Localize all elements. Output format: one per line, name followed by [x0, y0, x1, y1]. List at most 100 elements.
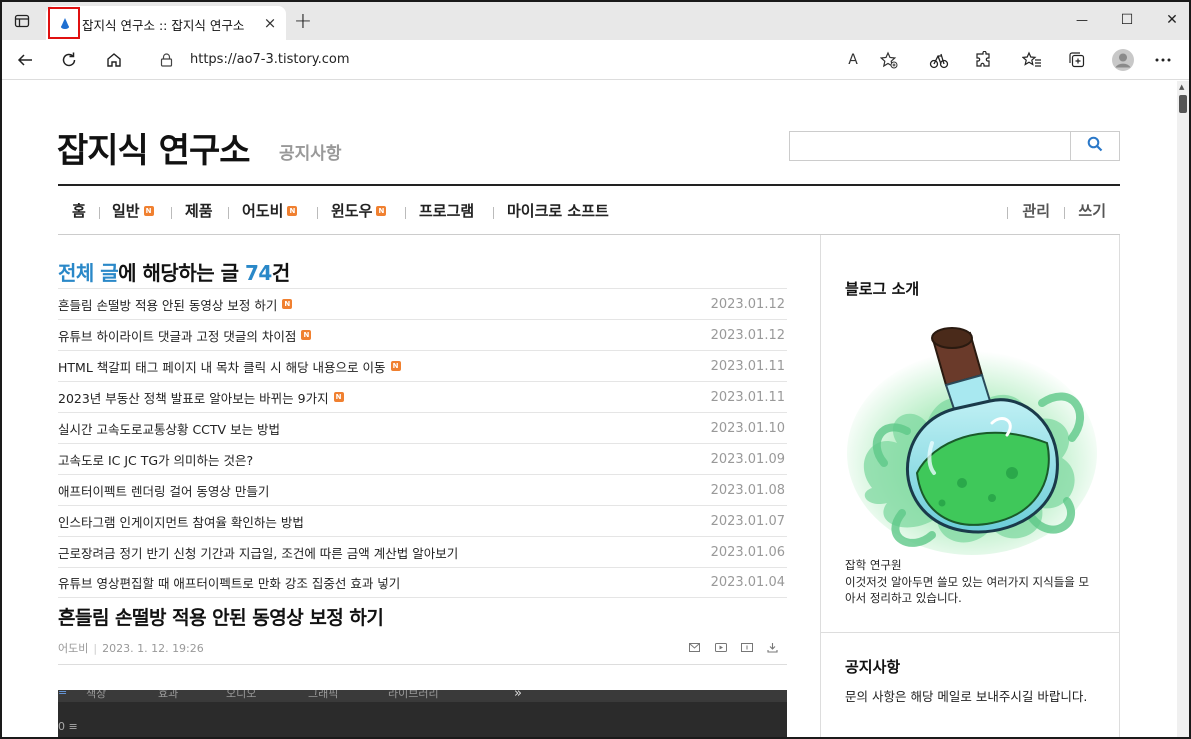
nav-item-windows[interactable]: 윈도우 N	[331, 200, 387, 221]
post-row[interactable]: 고속도로 IC JC TG가 의미하는 것은? 2023.01.09	[58, 443, 787, 474]
tab-strip: 잡지식 연구소 :: 잡지식 연구소 × + — ☐ ✕	[2, 2, 1189, 40]
address-bar[interactable]: https://ao7-3.tistory.com A	[142, 44, 912, 76]
share-icon[interactable]	[714, 641, 727, 653]
post-title[interactable]: 실시간 고속도로교통상황 CCTV 보는 방법	[58, 419, 280, 438]
tab-active[interactable]: 잡지식 연구소 :: 잡지식 연구소 ×	[46, 6, 286, 40]
home-icon[interactable]	[103, 49, 125, 71]
settings-more-icon[interactable]	[1152, 49, 1174, 71]
scroll-thumb[interactable]	[1179, 95, 1187, 113]
lock-icon[interactable]	[158, 52, 174, 68]
post-title[interactable]: 유튜브 하이라이트 댓글과 고정 댓글의 차이점 N	[58, 326, 312, 345]
post-date: 2023.01.12	[710, 327, 785, 343]
post-row[interactable]: HTML 책갈피 태그 페이지 내 목차 클릭 시 해당 내용으로 이동 N 202…	[58, 350, 787, 381]
heading-suffix: 건	[271, 261, 290, 285]
post-row[interactable]: 실시간 고속도로교통상황 CCTV 보는 방법 2023.01.10	[58, 412, 787, 443]
new-badge: N	[287, 205, 298, 216]
download-icon[interactable]	[766, 641, 779, 653]
image-menu-item: 오디오	[226, 690, 257, 700]
post-row[interactable]: 근로장려금 정기 반기 신청 기간과 지급일, 조건에 따른 금액 계산법 알아…	[58, 536, 787, 567]
favorite-add-icon[interactable]	[878, 50, 900, 70]
post-title-text: 유튜브 하이라이트 댓글과 고정 댓글의 차이점	[58, 328, 297, 344]
write-link[interactable]: 쓰기	[1078, 200, 1106, 221]
image-row-text: 0 ≡	[58, 720, 78, 733]
blog-title[interactable]: 잡지식 연구소	[57, 123, 251, 172]
post-title-text: 흔들림 손떨방 적용 안된 동영상 보정 하기	[58, 297, 278, 313]
nav-item-label: 마이크로 소프트	[507, 202, 609, 220]
new-tab-icon[interactable]: +	[290, 8, 316, 34]
nav-item-products[interactable]: 제품	[185, 200, 213, 221]
search-icon	[1087, 136, 1103, 156]
sidebar-description: 이것저것 알아두면 쓸모 있는 여러가지 지식들을 모아서 정리하고 있습니다.	[845, 575, 1090, 605]
nav-item-label: 프로그램	[419, 202, 475, 220]
post-title[interactable]: 흔들림 손떨방 적용 안된 동영상 보정 하기 N	[58, 295, 293, 314]
nav-item-label: 어도비	[242, 202, 284, 220]
article-image: ≡ 책장 효과 오디오 그래픽 라이브러리 » 0 ≡	[58, 690, 787, 737]
info-icon[interactable]	[740, 641, 753, 653]
nav-separator	[405, 207, 406, 219]
post-title-text: HTML 책갈피 태그 페이지 내 목차 클릭 시 해당 내용으로 이동	[58, 359, 386, 375]
post-title-text: 2023년 부동산 정책 발표로 알아보는 바뀌는 9가지	[58, 390, 329, 406]
nav-item-label: 윈도우	[331, 202, 373, 220]
url-text[interactable]: https://ao7-3.tistory.com	[190, 52, 350, 67]
nav-item-microsoft[interactable]: 마이크로 소프트	[507, 200, 609, 221]
post-title[interactable]: 2023년 부동산 정책 발표로 알아보는 바뀌는 9가지 N	[58, 388, 344, 407]
back-icon[interactable]	[14, 49, 36, 71]
maximize-icon[interactable]: ☐	[1113, 8, 1141, 32]
mail-icon[interactable]	[688, 641, 701, 653]
manage-link[interactable]: 관리	[1022, 200, 1050, 221]
search-input[interactable]	[789, 131, 1071, 161]
sidebar-separator	[821, 632, 1119, 633]
nav-item-home[interactable]: 홈	[72, 200, 86, 221]
refresh-icon[interactable]	[58, 49, 80, 71]
post-title[interactable]: 애프터이펙트 렌더링 걸어 동영상 만들기	[58, 481, 269, 500]
image-menu-item: 책장	[86, 690, 107, 700]
post-title[interactable]: 인스타그램 인게이지먼트 참여율 확인하는 방법	[58, 512, 304, 531]
read-aloud-icon[interactable]: A	[842, 50, 864, 70]
post-date: 2023.01.11	[710, 389, 785, 405]
scroll-up-icon[interactable]: ▲	[1179, 83, 1187, 91]
new-badge: N	[282, 299, 293, 309]
minimize-icon[interactable]: —	[1068, 8, 1096, 32]
post-title[interactable]: 고속도로 IC JC TG가 의미하는 것은?	[58, 450, 253, 469]
post-date: 2023.01.09	[710, 451, 785, 467]
vertical-scrollbar[interactable]: ▲	[1177, 81, 1189, 737]
image-menu-item: 라이브러리	[388, 690, 439, 700]
article-category[interactable]: 어도비	[58, 642, 88, 655]
favicon-icon	[56, 14, 74, 32]
nav-item-adobe[interactable]: 어도비 N	[242, 200, 298, 221]
post-row[interactable]: 유튜브 영상편집할 때 애프터이펙트로 만화 강조 집중선 효과 넣기 2023.…	[58, 567, 787, 598]
collections-icon[interactable]	[1066, 49, 1088, 71]
post-row[interactable]: 2023년 부동산 정책 발표로 알아보는 바뀌는 9가지 N 2023.01.11	[58, 381, 787, 412]
post-row[interactable]: 유튜브 하이라이트 댓글과 고정 댓글의 차이점 N 2023.01.12	[58, 319, 787, 350]
category-nav: 홈 일반 N 제품 어도비 N 윈도우 N 프로그램 마이크로 소프트 관리 쓰기	[58, 186, 1120, 235]
profile-avatar[interactable]	[1110, 47, 1136, 73]
extensions-icon[interactable]	[972, 49, 994, 71]
nav-item-general[interactable]: 일반 N	[112, 200, 154, 221]
post-title[interactable]: HTML 책갈피 태그 페이지 내 목차 클릭 시 해당 내용으로 이동 N	[58, 357, 401, 376]
article-share-icons	[688, 641, 779, 653]
browser-toolbar: https://ao7-3.tistory.com A	[2, 40, 1189, 80]
list-heading: 전체 글에 해당하는 글 74건	[58, 257, 290, 286]
nav-item-programs[interactable]: 프로그램	[419, 200, 474, 221]
sidebar-notice-title: 공지사항	[845, 658, 901, 676]
tab-actions-icon[interactable]	[12, 11, 32, 31]
post-date: 2023.01.07	[710, 513, 785, 529]
new-badge: N	[301, 330, 312, 340]
blog-subtitle[interactable]: 공지사항	[279, 139, 342, 164]
nav-separator	[1064, 207, 1065, 219]
performance-icon[interactable]	[928, 49, 950, 71]
nav-separator	[228, 207, 229, 219]
post-title[interactable]: 근로장려금 정기 반기 신청 기간과 지급일, 조건에 따른 금액 계산법 알아…	[58, 543, 458, 562]
post-row[interactable]: 애프터이펙트 렌더링 걸어 동영상 만들기 2023.01.08	[58, 474, 787, 505]
post-row[interactable]: 흔들림 손떨방 적용 안된 동영상 보정 하기 N 2023.01.12	[58, 288, 787, 319]
heading-count: 74	[244, 261, 272, 285]
search-button[interactable]	[1071, 131, 1120, 161]
post-title[interactable]: 유튜브 영상편집할 때 애프터이펙트로 만화 강조 집중선 효과 넣기	[58, 573, 400, 592]
post-row[interactable]: 인스타그램 인게이지먼트 참여율 확인하는 방법 2023.01.07	[58, 505, 787, 536]
tab-close-icon[interactable]: ×	[260, 13, 280, 33]
favorites-icon[interactable]	[1021, 49, 1043, 71]
browser-window: 잡지식 연구소 :: 잡지식 연구소 × + — ☐ ✕ https://ao7…	[0, 0, 1191, 739]
window-close-icon[interactable]: ✕	[1158, 8, 1186, 32]
heading-mid: 에 해당하는 글	[118, 261, 245, 285]
article-title[interactable]: 흔들림 손떨방 적용 안된 동영상 보정 하기	[58, 603, 384, 630]
